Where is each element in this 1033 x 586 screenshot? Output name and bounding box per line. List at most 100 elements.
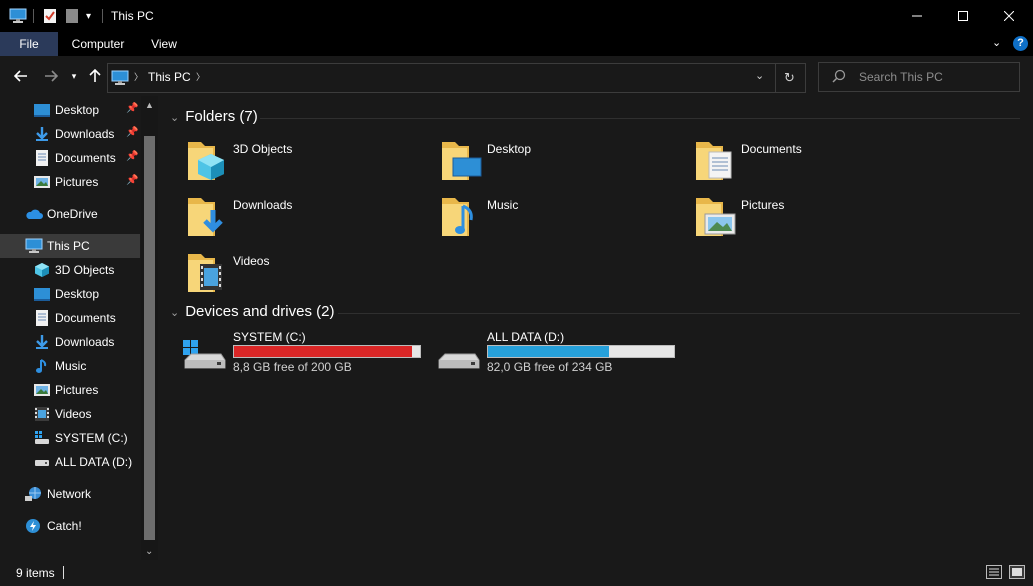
- address-dropdown-icon[interactable]: ⌄: [755, 69, 764, 82]
- catch-icon: [25, 518, 41, 534]
- drive-label: SYSTEM (C:): [233, 330, 306, 344]
- drive-tile-system-c[interactable]: SYSTEM (C:) 8,8 GB free of 200 GB: [181, 330, 431, 382]
- recent-locations-button[interactable]: ▾: [64, 66, 84, 86]
- document-icon: [34, 150, 50, 166]
- nav-item-quick-pictures[interactable]: Pictures 📌: [0, 170, 140, 194]
- folder-pictures-icon: [696, 198, 736, 236]
- nav-item-downloads[interactable]: Downloads: [0, 330, 140, 354]
- folder-label: Documents: [741, 142, 802, 156]
- group-header-folders[interactable]: ⌄ Folders (7): [170, 108, 258, 125]
- nav-item-label: 3D Objects: [55, 263, 115, 277]
- details-view-icon[interactable]: [986, 565, 1002, 582]
- refresh-icon[interactable]: ↻: [784, 70, 795, 86]
- pin-icon[interactable]: 📌: [126, 127, 138, 139]
- separator: [102, 9, 103, 23]
- computer-icon: [111, 70, 129, 89]
- nav-item-system-c[interactable]: SYSTEM (C:): [0, 426, 140, 450]
- minimize-button[interactable]: [894, 0, 940, 32]
- collapse-chevron-icon[interactable]: ⌄: [170, 111, 179, 124]
- folder-label: Downloads: [233, 198, 293, 212]
- breadcrumb-chevron-icon[interactable]: 〉: [196, 70, 205, 83]
- folder-tile-pictures[interactable]: Pictures: [695, 192, 935, 244]
- navigation-pane: Desktop 📌 Downloads 📌 Documents 📌 Pictur…: [0, 96, 160, 560]
- group-header-label: Folders (7): [185, 108, 258, 125]
- nav-item-label: OneDrive: [47, 207, 98, 221]
- nav-item-label: This PC: [47, 239, 90, 253]
- pin-icon[interactable]: 📌: [126, 103, 138, 115]
- window-title: This PC: [111, 9, 154, 23]
- nav-item-this-pc[interactable]: This PC: [0, 234, 140, 258]
- expand-ribbon-icon[interactable]: ⌄: [992, 36, 1001, 49]
- separator: [33, 9, 34, 23]
- folder-desktop-icon: [442, 142, 482, 180]
- forward-button[interactable]: [41, 66, 61, 86]
- pin-icon[interactable]: 📌: [126, 151, 138, 163]
- large-icons-view-icon[interactable]: [1009, 565, 1025, 582]
- new-folder-icon[interactable]: [66, 8, 78, 24]
- group-header-label: Devices and drives (2): [185, 303, 335, 320]
- breadcrumb-chevron-icon[interactable]: 〉: [134, 70, 143, 83]
- nav-item-label: Documents: [55, 311, 116, 325]
- nav-item-label: Downloads: [55, 127, 115, 141]
- desktop-icon: [34, 286, 50, 302]
- group-divider: [260, 118, 1020, 119]
- folder-tile-music[interactable]: Music: [441, 192, 681, 244]
- tab-file[interactable]: File: [0, 32, 58, 56]
- pin-icon[interactable]: 📌: [126, 175, 138, 187]
- nav-item-documents[interactable]: Documents: [0, 306, 140, 330]
- cube-icon: [34, 262, 50, 278]
- folder-tile-3d-objects[interactable]: 3D Objects: [187, 136, 427, 188]
- nav-item-quick-downloads[interactable]: Downloads 📌: [0, 122, 140, 146]
- folder-tile-videos[interactable]: Videos: [187, 248, 427, 300]
- nav-item-label: Catch!: [47, 519, 82, 533]
- nav-item-catch[interactable]: Catch!: [0, 514, 140, 538]
- group-divider: [338, 313, 1020, 314]
- scroll-up-icon[interactable]: ▲: [145, 100, 154, 110]
- nav-item-music[interactable]: Music: [0, 354, 140, 378]
- system-drive-icon: [34, 430, 50, 446]
- tab-computer[interactable]: Computer: [65, 32, 131, 56]
- back-button[interactable]: [11, 66, 31, 86]
- folder-tile-downloads[interactable]: Downloads: [187, 192, 427, 244]
- nav-item-quick-desktop[interactable]: Desktop 📌: [0, 98, 140, 122]
- nav-item-desktop[interactable]: Desktop: [0, 282, 140, 306]
- help-icon[interactable]: ?: [1013, 36, 1028, 51]
- close-button[interactable]: [986, 0, 1032, 32]
- drive-tile-all-data-d[interactable]: ALL DATA (D:) 82,0 GB free of 234 GB: [435, 330, 685, 382]
- nav-item-label: Pictures: [55, 383, 99, 397]
- drive-free-space: 8,8 GB free of 200 GB: [233, 360, 352, 374]
- drive-usage-bar: [233, 345, 421, 358]
- nav-scrollbar[interactable]: ▲ ⌄: [141, 96, 158, 560]
- nav-item-label: ALL DATA (D:): [55, 455, 133, 469]
- breadcrumb-this-pc[interactable]: This PC: [148, 70, 191, 84]
- nav-item-pictures[interactable]: Pictures: [0, 378, 140, 402]
- picture-icon: [34, 382, 50, 398]
- folder-tile-desktop[interactable]: Desktop: [441, 136, 681, 188]
- nav-item-label: SYSTEM (C:): [55, 431, 128, 445]
- customize-toolbar-icon[interactable]: ▾: [86, 8, 91, 24]
- properties-icon[interactable]: [43, 8, 57, 24]
- group-header-drives[interactable]: ⌄ Devices and drives (2): [170, 303, 334, 320]
- folder-label: Videos: [233, 254, 270, 268]
- item-count: 9 items: [16, 566, 55, 580]
- nav-item-onedrive[interactable]: OneDrive: [0, 202, 140, 226]
- document-icon: [34, 310, 50, 326]
- download-arrow-icon: [34, 334, 50, 350]
- scrollbar-thumb[interactable]: [144, 136, 155, 540]
- maximize-button[interactable]: [940, 0, 986, 32]
- nav-item-quick-documents[interactable]: Documents 📌: [0, 146, 140, 170]
- search-input[interactable]: Search This PC: [818, 62, 1020, 92]
- address-bar[interactable]: 〉 This PC 〉 ⌄ ↻: [107, 63, 806, 93]
- tab-view[interactable]: View: [144, 32, 184, 56]
- film-icon: [34, 406, 50, 422]
- nav-item-network[interactable]: Network: [0, 482, 140, 506]
- separator: [63, 566, 64, 579]
- collapse-chevron-icon[interactable]: ⌄: [170, 306, 179, 319]
- download-arrow-icon: [34, 126, 50, 142]
- nav-item-3d-objects[interactable]: 3D Objects: [0, 258, 140, 282]
- up-button[interactable]: [85, 66, 105, 86]
- scroll-down-icon[interactable]: ⌄: [145, 546, 153, 557]
- folder-tile-documents[interactable]: Documents: [695, 136, 935, 188]
- nav-item-all-data-d[interactable]: ALL DATA (D:): [0, 450, 140, 474]
- nav-item-videos[interactable]: Videos: [0, 402, 140, 426]
